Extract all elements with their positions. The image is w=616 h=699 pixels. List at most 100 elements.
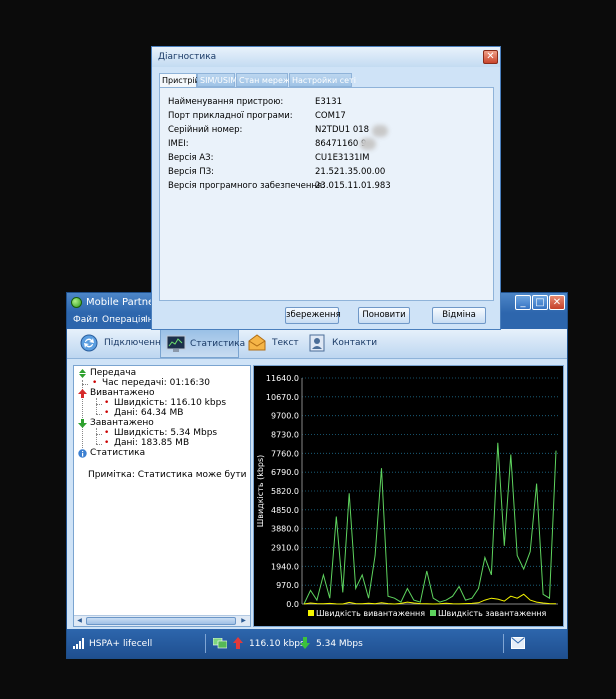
tree-download[interactable]: Завантажено xyxy=(90,418,154,428)
info-icon xyxy=(78,449,87,458)
legend-label: Швидкість завантаження xyxy=(438,609,547,618)
hw-version-label: Версія АЗ: xyxy=(168,153,214,163)
tree-transfer[interactable]: Передача xyxy=(90,368,136,378)
legend-label: Швидкість вивантаження xyxy=(316,609,425,618)
signal-strength-icon xyxy=(73,638,84,649)
tab-connection[interactable]: Підключення xyxy=(73,329,166,358)
y-tick-label: 10670.0 xyxy=(266,393,299,402)
status-download-speed: 5.34 Mbps xyxy=(316,639,363,649)
statistics-icon xyxy=(166,335,186,352)
y-tick-label: 8730.0 xyxy=(271,431,299,440)
tab-text[interactable]: Текст xyxy=(245,329,305,358)
tab-text-label: Текст xyxy=(272,338,299,348)
fw-version-label: Версія ПЗ: xyxy=(168,167,215,177)
device-info-panel: Найменування пристрою: E3131 Порт прикла… xyxy=(159,87,494,301)
tab-bar: Підключення Статистика Текст Контакти xyxy=(67,329,567,359)
y-tick-label: 1940.0 xyxy=(271,562,299,571)
minimize-button[interactable]: _ xyxy=(515,295,531,310)
cancel-button[interactable]: Відміна xyxy=(432,307,486,324)
pc-connection-icon xyxy=(213,638,227,649)
tab-contacts-label: Контакти xyxy=(332,338,378,348)
imei-value: 86471160 9 xyxy=(315,139,367,149)
accuracy-note: Примітка: Статистика може бути не точною xyxy=(88,470,250,480)
tree-upload-speed: Швидкість: 116.10 kbps xyxy=(114,398,227,408)
upload-arrow-icon xyxy=(78,389,87,398)
dialog-close-button[interactable]: ✕ xyxy=(483,50,498,64)
tab-statistics-label: Статистика xyxy=(190,339,246,349)
status-bar: HSPA+ lifecell 116.10 kbps 5.34 Mbps xyxy=(67,629,567,658)
close-button[interactable]: ✕ xyxy=(549,295,565,310)
dialog-tab-sim[interactable]: SIM/USIM xyxy=(197,73,237,87)
serial-number-value: N2TDU1 018 xyxy=(315,125,370,135)
mobile-partner-window: Mobile Partner _ □ ✕ Файл Операція Ін Пі… xyxy=(66,292,568,659)
network-type: HSPA+ xyxy=(89,639,121,649)
statistics-tree: Передача • Час передачі: 01:16:30 Вивант… xyxy=(73,365,251,627)
y-tick-label: 9700.0 xyxy=(271,412,299,421)
download-arrow-icon xyxy=(78,419,87,428)
save-button[interactable]: збереження xyxy=(285,307,341,324)
dialog-title-bar[interactable]: Діагностика ✕ xyxy=(152,47,500,67)
upload-speed-icon xyxy=(233,637,243,649)
dialog-title: Діагностика xyxy=(158,52,217,62)
legend-swatch xyxy=(430,610,436,616)
y-tick-label: 0.0 xyxy=(286,600,299,609)
redaction-blur xyxy=(372,125,388,137)
y-tick-label: 970.0 xyxy=(276,581,299,590)
diagnostics-dialog: Діагностика ✕ Пристрій SIM/USIM Стан мер… xyxy=(151,46,501,330)
speed-chart-svg: 11640.0 10670.0 9700.0 8730.0 7760.0 6790.0 58… xyxy=(256,374,558,618)
window-title: Mobile Partner xyxy=(86,297,159,308)
app-port-value: COM17 xyxy=(315,111,346,121)
sms-envelope-icon xyxy=(248,334,266,351)
imei-label: IMEI: xyxy=(168,139,189,149)
y-tick-label: 2910.0 xyxy=(271,544,299,553)
scroll-left-icon[interactable]: ◀ xyxy=(75,617,84,625)
status-upload-speed: 116.10 kbps xyxy=(249,639,305,649)
sw-version-value: 23.015.11.01.983 xyxy=(315,181,391,191)
device-name-label: Найменування пристрою: xyxy=(168,97,284,107)
sw-version-label: Версія програмного забезпечення: xyxy=(168,181,325,191)
legend-swatch xyxy=(308,610,314,616)
y-tick-label: 4850.0 xyxy=(271,506,299,515)
app-port-label: Порт прикладної програми: xyxy=(168,111,293,121)
series-line-1 xyxy=(303,442,557,605)
y-tick-label: 11640.0 xyxy=(266,374,299,383)
maximize-button[interactable]: □ xyxy=(532,295,548,310)
mobile-partner-logo-icon xyxy=(71,297,82,308)
scroll-right-icon[interactable]: ▶ xyxy=(239,617,248,625)
y-tick-label: 7760.0 xyxy=(271,449,299,458)
serial-number-label: Серійний номер: xyxy=(168,125,243,135)
refresh-button[interactable]: Поновити xyxy=(358,307,410,324)
tree-upload[interactable]: Вивантажено xyxy=(90,388,155,398)
scroll-thumb[interactable] xyxy=(86,617,236,625)
fw-version-value: 21.521.35.00.00 xyxy=(315,167,386,177)
speed-chart: 11640.0 10670.0 9700.0 8730.0 7760.0 6790.0 58… xyxy=(253,365,564,627)
dialog-tab-network-settings[interactable]: Настройки сеті xyxy=(289,73,356,87)
redaction-blur xyxy=(360,138,376,150)
tree-statistics[interactable]: Статистика xyxy=(90,448,145,458)
download-speed-icon xyxy=(300,637,310,649)
operator-name: lifecell xyxy=(123,639,153,649)
tree-transfer-time: Час передачі: 01:16:30 xyxy=(102,378,211,388)
tree-download-speed: Швидкість: 5.34 Mbps xyxy=(114,428,218,438)
device-name-value: E3131 xyxy=(315,97,343,107)
tree-download-data: Дані: 183.85 MB xyxy=(114,438,190,448)
menu-operation[interactable]: Операція xyxy=(102,315,146,325)
horizontal-scrollbar[interactable]: ◀ ▶ xyxy=(74,615,250,626)
y-tick-label: 6790.0 xyxy=(271,468,299,477)
message-envelope-icon[interactable] xyxy=(511,637,525,649)
menu-file[interactable]: Файл xyxy=(73,315,98,325)
hw-version-value: CU1E3131IM xyxy=(315,153,370,163)
dialog-tab-network-status[interactable]: Стан мережі xyxy=(236,73,292,87)
y-tick-label: 5820.0 xyxy=(271,487,299,496)
y-axis-label: Швидкість (kbps) xyxy=(256,455,265,528)
connection-icon xyxy=(80,334,98,352)
dialog-tab-device[interactable]: Пристрій xyxy=(159,73,200,88)
contacts-icon xyxy=(309,334,325,352)
y-tick-label: 3880.0 xyxy=(271,525,299,534)
tree-upload-data: Дані: 64.34 MB xyxy=(114,408,184,418)
tab-connection-label: Підключення xyxy=(104,338,167,348)
tab-statistics[interactable]: Статистика xyxy=(160,329,245,358)
tab-contacts[interactable]: Контакти xyxy=(305,329,378,358)
transfer-icon xyxy=(79,369,86,378)
series-line-0 xyxy=(303,593,557,605)
